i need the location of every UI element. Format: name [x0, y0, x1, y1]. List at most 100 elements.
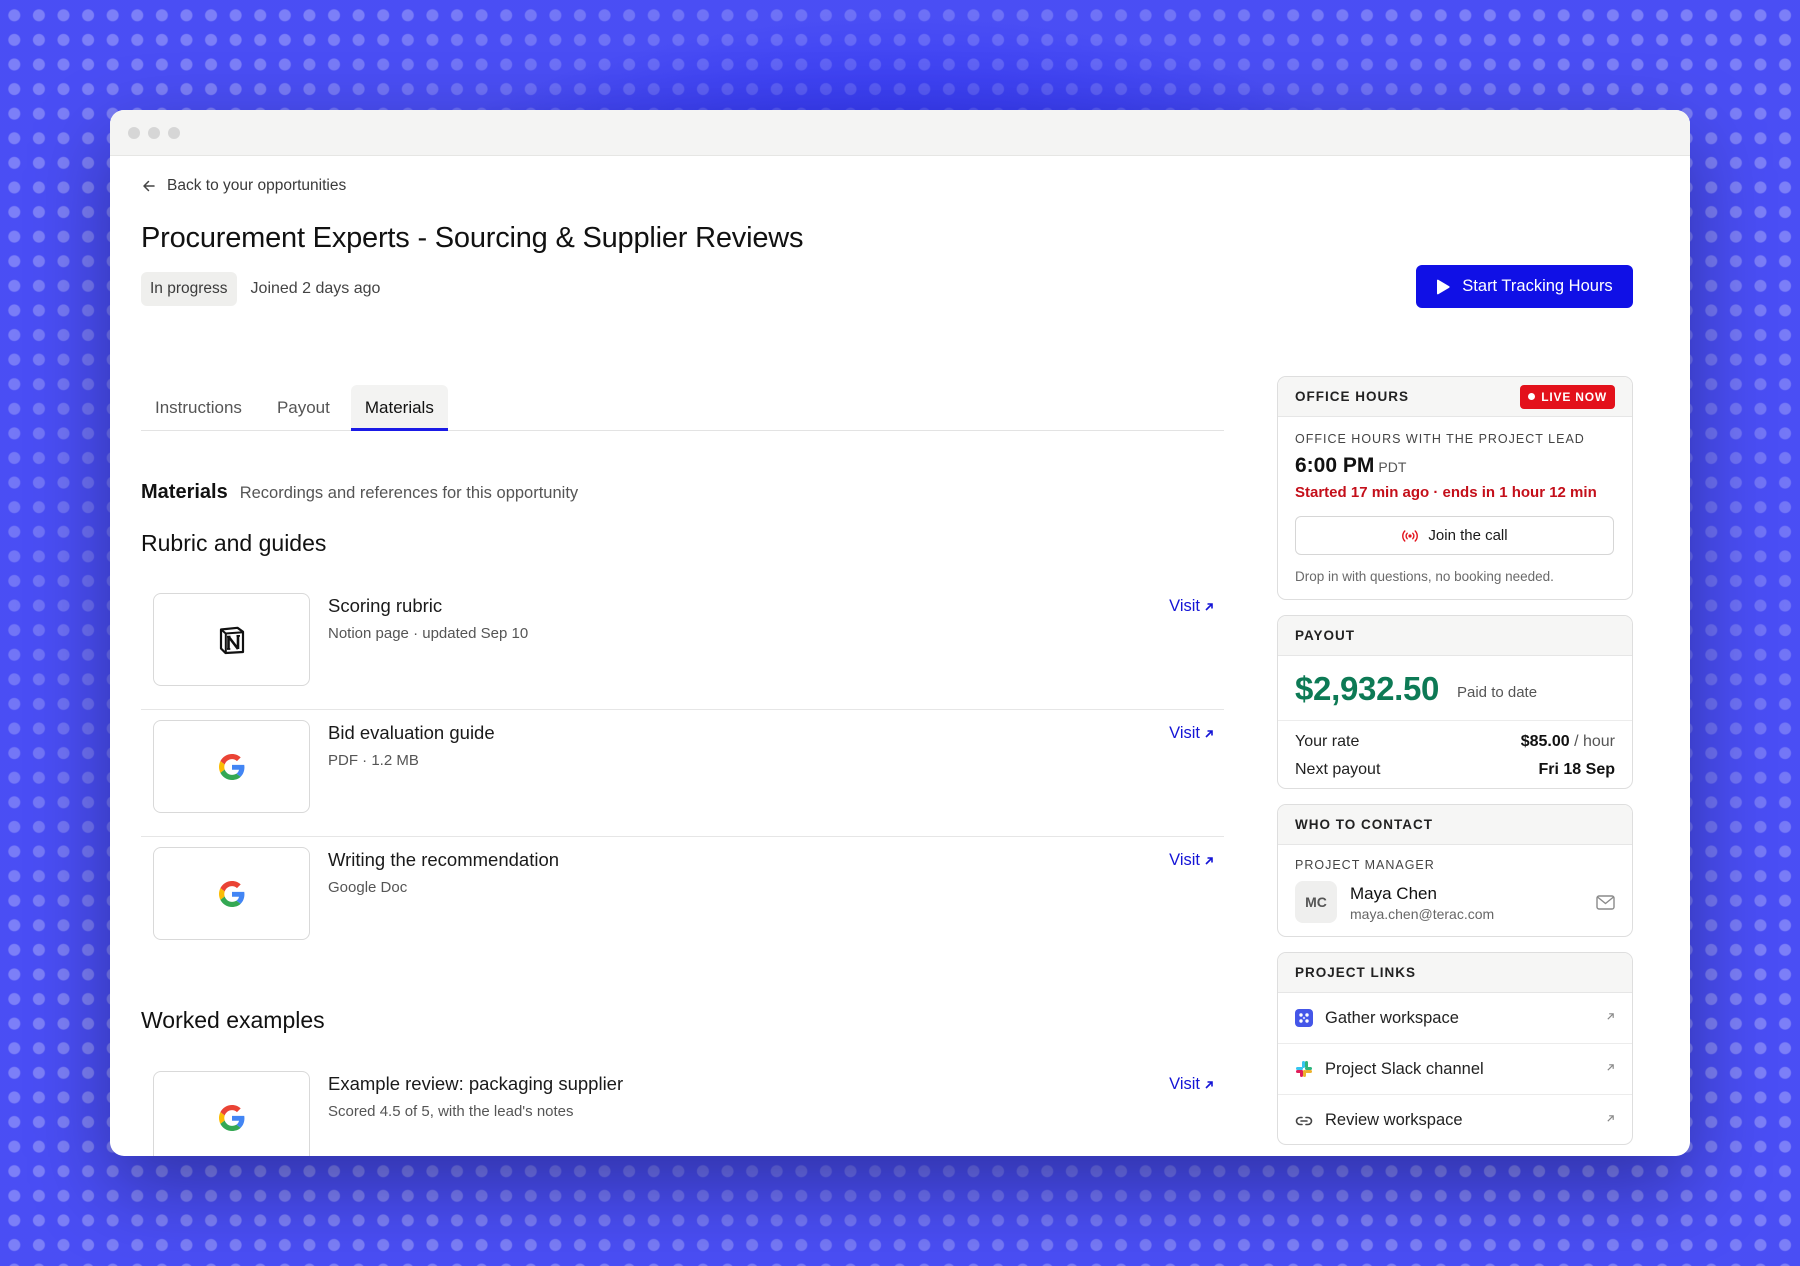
tab-materials[interactable]: Materials	[350, 385, 448, 431]
rate-value: $85.00	[1520, 733, 1570, 750]
status-badge: In progress	[141, 272, 237, 306]
next-payout-value: Fri 18 Sep	[1538, 761, 1615, 778]
next-payout-label: Next payout	[1295, 761, 1381, 778]
contact-header: WHO TO CONTACT	[1278, 805, 1632, 845]
live-now-badge: LIVE NOW	[1520, 384, 1615, 409]
window-control-maximize[interactable]	[168, 126, 180, 139]
material-item: Example review: packaging supplier Score…	[141, 1061, 1224, 1156]
payout-header: PAYOUT	[1278, 616, 1632, 656]
material-thumbnail[interactable]	[153, 720, 310, 813]
rate-unit: / hour	[1574, 733, 1615, 750]
start-tracking-hours-button[interactable]: Start Tracking Hours	[1416, 265, 1633, 308]
office-hours-subheading: OFFICE HOURS WITH THE PROJECT LEAD	[1295, 432, 1585, 446]
gather-icon	[1295, 1009, 1313, 1027]
start-tracking-hours-label: Start Tracking Hours	[1462, 277, 1613, 295]
office-hours-note: Drop in with questions, no booking neede…	[1295, 569, 1554, 584]
window-titlebar	[110, 110, 1690, 156]
material-thumbnail[interactable]	[153, 847, 310, 940]
material-thumbnail[interactable]	[153, 1071, 310, 1156]
broadcast-icon	[1402, 529, 1419, 542]
window-control-minimize[interactable]	[148, 126, 160, 139]
tab-instructions[interactable]: Instructions	[141, 385, 256, 431]
material-name: Scoring rubric	[328, 595, 443, 616]
project-link-label: Gather workspace	[1325, 1008, 1459, 1027]
payout-heading: PAYOUT	[1295, 628, 1356, 643]
visit-label: Visit	[1169, 851, 1200, 869]
material-item: Bid evaluation guide PDF · 1.2 MB Visit	[141, 710, 1224, 837]
tab-bar: Instructions Payout Materials	[141, 385, 1224, 431]
payout-amount: $2,932.50	[1295, 670, 1440, 707]
arrow-left-icon	[143, 180, 155, 192]
arrow-up-right-icon	[1607, 1064, 1614, 1071]
project-link-slack[interactable]: Project Slack channel	[1278, 1044, 1632, 1095]
project-link-label: Review workspace	[1325, 1111, 1463, 1129]
mail-icon[interactable]	[1596, 895, 1615, 910]
back-link[interactable]: Back to your opportunities	[141, 177, 346, 195]
project-link-review[interactable]: Review workspace	[1278, 1095, 1632, 1144]
page-title: Procurement Experts - Sourcing & Supplie…	[141, 222, 804, 254]
google-icon	[218, 753, 244, 780]
project-link-label: Project Slack channel	[1325, 1059, 1484, 1078]
payout-rate-row: Your rate $85.00 / hour	[1295, 733, 1615, 751]
material-name: Bid evaluation guide	[328, 722, 495, 743]
contact-name: Maya Chen	[1350, 884, 1437, 903]
arrow-up-right-icon	[1205, 856, 1213, 865]
material-name: Writing the recommendation	[328, 849, 560, 870]
visit-link[interactable]: Visit	[1169, 851, 1214, 870]
link-icon	[1295, 1112, 1313, 1130]
joined-date: Joined 2 days ago	[250, 280, 381, 297]
contact-heading: WHO TO CONTACT	[1295, 817, 1433, 832]
office-hours-timezone: PDT	[1378, 459, 1407, 475]
office-hours-card: OFFICE HOURS LIVE NOW OFFICE HOURS WITH …	[1277, 376, 1633, 600]
material-description: Notion page · updated Sep 10	[328, 625, 529, 642]
material-description: Scored 4.5 of 5, with the lead's notes	[328, 1103, 574, 1120]
tab-payout[interactable]: Payout	[263, 385, 344, 431]
office-hours-time: 6:00 PM PDT	[1295, 454, 1406, 478]
material-item: Writing the recommendation Google Doc Vi…	[141, 837, 1224, 964]
visit-link[interactable]: Visit	[1169, 1075, 1214, 1094]
join-call-button[interactable]: Join the call	[1295, 516, 1614, 555]
live-now-label: LIVE NOW	[1541, 389, 1607, 404]
project-links-header: PROJECT LINKS	[1278, 953, 1632, 993]
arrow-up-right-icon	[1205, 729, 1213, 738]
payout-card: PAYOUT $2,932.50 Paid to date Your rate …	[1277, 615, 1633, 789]
window-control-close[interactable]	[128, 126, 140, 139]
opportunity-meta: In progress Joined 2 days ago	[141, 272, 380, 306]
visit-label: Visit	[1169, 1075, 1200, 1093]
office-hours-time-value: 6:00 PM	[1295, 454, 1375, 477]
office-hours-status: Started 17 min ago · ends in 1 hour 12 m…	[1295, 484, 1597, 501]
rate-label: Your rate	[1295, 733, 1360, 750]
visit-label: Visit	[1169, 724, 1200, 742]
office-hours-heading: OFFICE HOURS	[1295, 389, 1410, 404]
materials-subtitle: Recordings and references for this oppor…	[239, 484, 579, 502]
visit-label: Visit	[1169, 597, 1200, 615]
visit-link[interactable]: Visit	[1169, 724, 1214, 743]
project-links-heading: PROJECT LINKS	[1295, 965, 1417, 980]
slack-icon	[1295, 1060, 1313, 1078]
material-description: Google Doc	[328, 879, 408, 896]
project-links-card: PROJECT LINKS Gather workspace Project S…	[1277, 952, 1633, 1145]
browser-window: Back to your opportunities Procurement E…	[110, 110, 1690, 1156]
section-title-rubric: Rubric and guides	[141, 530, 327, 556]
project-link-gather[interactable]: Gather workspace	[1278, 993, 1632, 1044]
material-name: Example review: packaging supplier	[328, 1073, 624, 1094]
office-hours-header: OFFICE HOURS LIVE NOW	[1278, 377, 1632, 417]
google-icon	[218, 880, 244, 907]
material-thumbnail[interactable]	[153, 593, 310, 686]
contact-role: PROJECT MANAGER	[1295, 858, 1435, 872]
visit-link[interactable]: Visit	[1169, 597, 1214, 616]
material-description: PDF · 1.2 MB	[328, 752, 419, 769]
arrow-up-right-icon	[1205, 602, 1213, 611]
contact-card: WHO TO CONTACT PROJECT MANAGER MC Maya C…	[1277, 804, 1633, 937]
material-item: Scoring rubric Notion page · updated Sep…	[141, 583, 1224, 710]
contact-email[interactable]: maya.chen@terac.com	[1350, 906, 1494, 922]
play-icon	[1437, 279, 1450, 294]
payout-amount-label: Paid to date	[1457, 684, 1538, 701]
payout-divider	[1278, 720, 1632, 721]
avatar: MC	[1295, 881, 1337, 923]
join-call-label: Join the call	[1428, 527, 1508, 544]
arrow-up-right-icon	[1205, 1080, 1213, 1089]
section-title-worked-examples: Worked examples	[141, 1007, 325, 1033]
notion-icon	[219, 626, 244, 654]
arrow-up-right-icon	[1607, 1013, 1614, 1020]
